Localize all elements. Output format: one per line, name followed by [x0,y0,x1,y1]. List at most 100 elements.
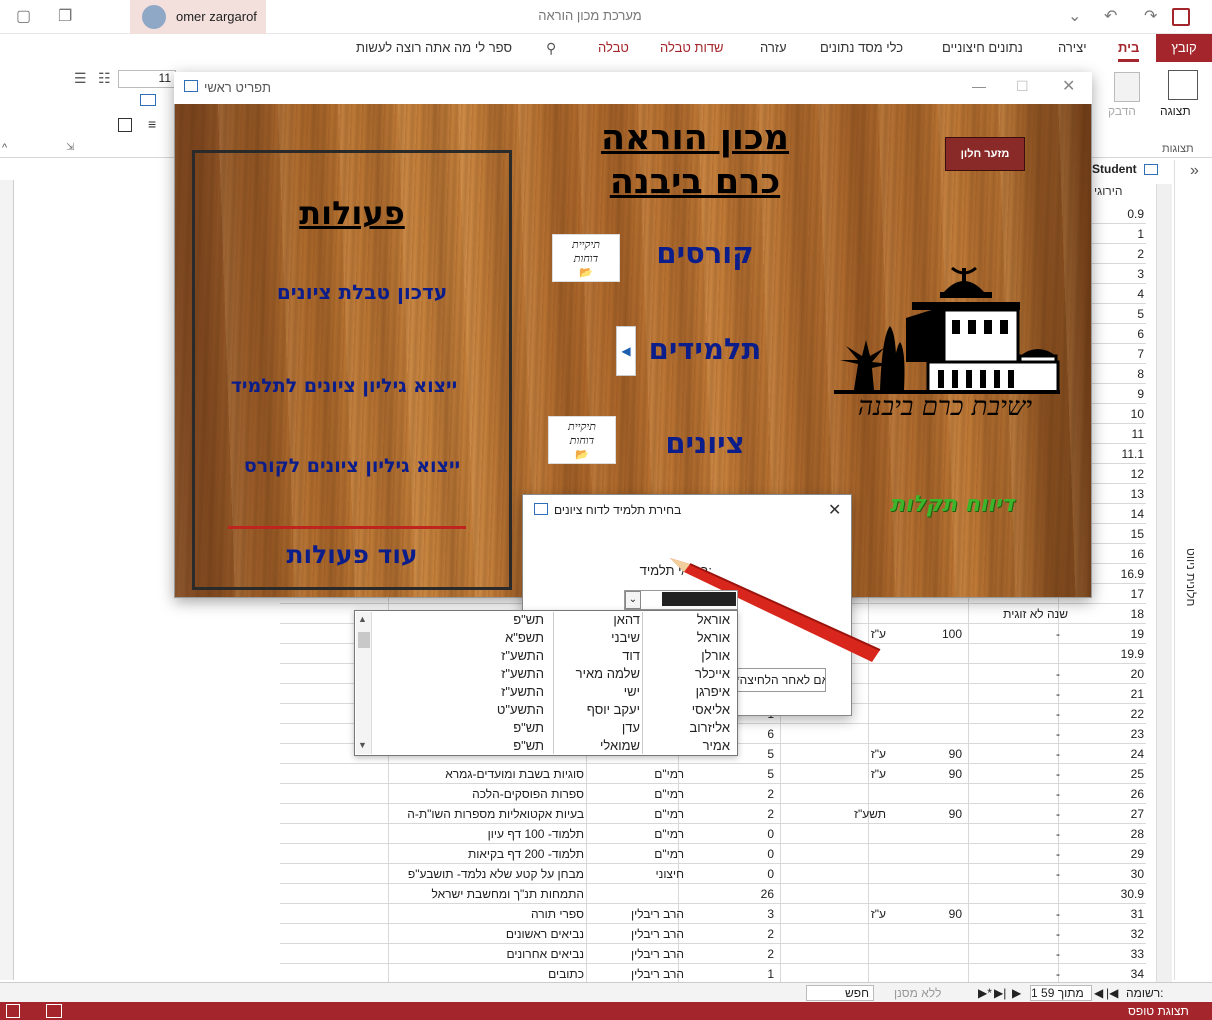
table-cell-id[interactable]: 30.9 [1110,887,1144,901]
table-cell-e[interactable]: 2 [690,927,774,941]
fill-color-icon[interactable] [118,118,132,132]
table-cell-b[interactable]: - [1020,967,1060,981]
datasheet-left-scrollbar[interactable] [0,180,14,980]
table-cell-f[interactable]: הרב ריבלין [590,907,684,921]
numbering-icon[interactable]: ☰ [74,70,87,87]
tab-help[interactable]: עזרה [760,40,787,55]
table-cell-id[interactable]: 7 [1110,347,1144,361]
table-cell-e[interactable]: 2 [690,787,774,801]
next-record-icon[interactable]: ▶ [1012,986,1021,1000]
update-grades-button[interactable]: עדכון טבלת ציונים [192,280,532,304]
new-record-icon[interactable]: ▶* [978,986,992,1000]
table-cell-b[interactable]: - [1020,627,1060,641]
dropdown-item[interactable]: אוראל דהאן תש"פ [374,612,734,630]
table-tab-student[interactable]: Student [1092,162,1174,180]
table-cell-id[interactable]: 3 [1110,267,1144,281]
table-cell-id[interactable]: 26 [1110,787,1144,801]
align-icon[interactable]: ≡ [148,116,156,132]
table-cell-b[interactable]: - [1020,947,1060,961]
customize-qat-icon[interactable]: ⌄ [1068,6,1081,26]
form-view-icon[interactable] [6,1004,20,1018]
table-row[interactable]: 31 - 90 ע"ז 3 הרב ריבלין ספרי תורה [280,904,1146,924]
collapse-ribbon-icon[interactable]: ^ [2,142,7,154]
table-row[interactable]: 25 - 90 ע"ז 5 רמי"ם סוגיות בשבת ומועדים-גמרא [280,764,1146,784]
table-cell-e[interactable]: 1 [690,967,774,981]
scroll-up-icon[interactable]: ▲ [358,614,367,624]
export-student-grades-button[interactable]: ייצוא גיליון ציונים לתלמיד [192,375,496,397]
table-row[interactable]: 26 - 2 רמי"ם ספרות הפוסקים-הלכה [280,784,1146,804]
prev-record-icon[interactable]: ◀ [1094,986,1103,1000]
table-cell-c[interactable]: 90 [892,907,962,921]
table-cell-b[interactable]: - [1020,787,1060,801]
table-cell-id[interactable]: 8 [1110,367,1144,381]
table-row[interactable]: 29 - 0 רמי"ם תלמוד- 200 דף בקיאות [280,844,1146,864]
table-cell-id[interactable]: 5 [1110,307,1144,321]
table-cell-b[interactable]: - [1020,767,1060,781]
scroll-thumb[interactable] [358,632,370,648]
table-cell-f[interactable]: חיצוני [590,867,684,881]
table-cell-id[interactable]: 25 [1110,767,1144,781]
table-cell-id[interactable]: 23 [1110,727,1144,741]
table-cell-e[interactable]: 3 [690,907,774,921]
form-close-icon[interactable]: ✕ [1062,76,1075,96]
dropdown-item[interactable]: אליאסי יעקב יוסף התשע"ט [374,702,734,720]
table-cell-g[interactable]: נביאים אחרונים [384,947,585,961]
table-cell-b[interactable]: - [1020,727,1060,741]
table-cell-id[interactable]: 32 [1110,927,1144,941]
table-cell-id[interactable]: 20 [1110,667,1144,681]
filter-status[interactable]: ללא מסנן [894,986,941,1000]
table-cell-id[interactable]: 28 [1110,827,1144,841]
table-row[interactable]: 30 - 0 חיצוני מבחן על קטע שלא נלמד- תושבע"פ [280,864,1146,884]
report-issue-button[interactable]: דיווח תקלות [872,492,1032,517]
table-cell-id[interactable]: 16.9 [1110,567,1144,581]
table-cell-f[interactable]: רמי"ם [590,767,684,781]
redo-icon[interactable]: ↷ [1144,6,1157,26]
table-cell-e[interactable]: 5 [690,767,774,781]
table-cell-c[interactable]: 100 [892,627,962,641]
table-cell-id[interactable]: 18 [1110,607,1144,621]
paste-button-label[interactable]: הדבק [1108,104,1136,118]
students-expand-arrow-icon[interactable]: ◀ [616,326,636,376]
tell-me-input[interactable]: ספר לי מה אתה רוצה לעשות [356,40,512,55]
table-cell-id[interactable]: 27 [1110,807,1144,821]
table-cell-id[interactable]: 6 [1110,327,1144,341]
courses-reports-folder-button[interactable]: תיקיית דוחות 📂 [552,234,620,282]
tab-create[interactable]: יצירה [1058,40,1087,55]
table-cell-id[interactable]: 16 [1110,547,1144,561]
table-row[interactable]: 32 - 2 הרב ריבלין נביאים ראשונים [280,924,1146,944]
table-cell-id[interactable]: 4 [1110,287,1144,301]
table-cell-g[interactable]: ספרות הפוסקים-הלכה [384,787,584,801]
save-icon[interactable] [1172,8,1190,26]
form-minimize-icon[interactable]: — [972,78,986,94]
paste-icon[interactable] [1114,72,1140,102]
table-cell-c[interactable]: 90 [892,747,962,761]
table-cell-e[interactable]: 0 [690,847,774,861]
table-cell-f[interactable]: הרב ריבלין [590,927,684,941]
table-cell-e[interactable]: 0 [690,827,774,841]
tab-home[interactable]: בית [1118,40,1140,62]
scroll-down-icon[interactable]: ▼ [358,740,367,750]
table-cell-f[interactable]: רמי"ם [590,827,684,841]
table-row[interactable]: 28 - 0 רמי"ם תלמוד- 100 דף עיון [280,824,1146,844]
search-icon[interactable]: ⚲ [546,40,556,57]
table-cell-f[interactable]: רמי"ם [590,787,684,801]
dialog-launcher-icon[interactable]: ⇲ [66,142,74,153]
table-cell-b[interactable]: - [1020,667,1060,681]
table-row[interactable]: 30.9 26 התמחות תנ"ך ומחשבת ישראל [280,884,1146,904]
dropdown-item[interactable]: אליזרוב עדן תש"פ [374,720,734,738]
last-record-icon[interactable]: ▶| [994,986,1006,1000]
table-cell-id[interactable]: 9 [1110,387,1144,401]
student-combobox-value[interactable] [662,592,736,606]
table-cell-id[interactable]: 15 [1110,527,1144,541]
grades-reports-folder-button[interactable]: תיקיית דוחות 📂 [548,416,616,464]
table-cell-id[interactable]: 13 [1110,487,1144,501]
table-cell-e[interactable]: 2 [690,807,774,821]
table-cell-b[interactable]: - [1020,847,1060,861]
view-icon[interactable] [1168,70,1198,100]
table-cell-f[interactable]: הרב ריבלין [590,947,684,961]
table-cell-e[interactable]: 0 [690,867,774,881]
table-cell-g[interactable]: נביאים ראשונים [384,927,584,941]
first-record-icon[interactable]: |◀ [1106,986,1118,1000]
table-cell-b[interactable]: - [1020,687,1060,701]
font-size-select[interactable]: 11 [118,70,176,88]
